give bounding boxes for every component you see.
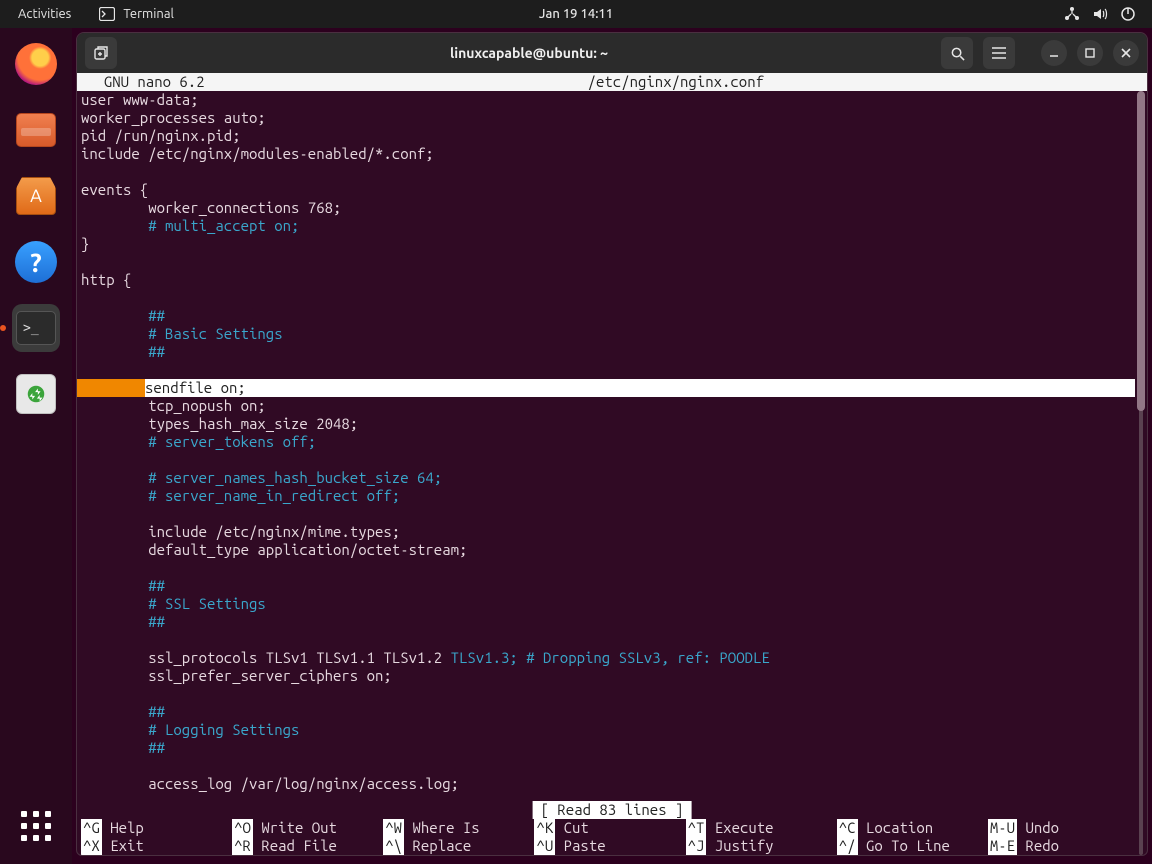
code-line bbox=[77, 757, 1135, 775]
code-line bbox=[77, 361, 1135, 379]
code-line bbox=[77, 451, 1135, 469]
code-line: events { bbox=[77, 181, 1135, 199]
nano-shortcut: M-U Undo bbox=[984, 819, 1135, 837]
trash-icon bbox=[16, 374, 56, 414]
hamburger-menu-button[interactable] bbox=[983, 37, 1015, 69]
code-line: ssl_prefer_server_ciphers on; bbox=[77, 667, 1135, 685]
code-line: worker_processes auto; bbox=[77, 109, 1135, 127]
code-line: # server_names_hash_bucket_size 64; bbox=[77, 469, 1135, 487]
nano-shortcut: ^U Paste bbox=[530, 837, 681, 855]
terminal-scrollbar[interactable] bbox=[1135, 91, 1147, 855]
code-line bbox=[77, 559, 1135, 577]
dock-help[interactable]: ? bbox=[12, 238, 60, 286]
window-title: linuxcapable@ubuntu: ~ bbox=[117, 45, 941, 61]
code-line: include /etc/nginx/mime.types; bbox=[77, 523, 1135, 541]
code-line: user www-data; bbox=[77, 91, 1135, 109]
code-line: http { bbox=[77, 271, 1135, 289]
code-line bbox=[77, 253, 1135, 271]
minimize-button[interactable] bbox=[1041, 40, 1067, 66]
new-tab-button[interactable] bbox=[85, 37, 117, 69]
code-line: # server_tokens off; bbox=[77, 433, 1135, 451]
nano-shortcut: M-E Redo bbox=[984, 837, 1135, 855]
nano-shortcut: ^W Where Is bbox=[379, 819, 530, 837]
code-line: # server_name_in_redirect off; bbox=[77, 487, 1135, 505]
dock-firefox[interactable] bbox=[12, 40, 60, 88]
dock-software[interactable]: A bbox=[12, 172, 60, 220]
nano-shortcut: ^T Execute bbox=[682, 819, 833, 837]
search-button[interactable] bbox=[941, 37, 973, 69]
code-line: # multi_accept on; bbox=[77, 217, 1135, 235]
code-line: default_type application/octet-stream; bbox=[77, 541, 1135, 559]
maximize-button[interactable] bbox=[1077, 40, 1103, 66]
nano-filename: /etc/nginx/nginx.conf bbox=[205, 73, 1147, 91]
code-line bbox=[77, 505, 1135, 523]
code-line bbox=[77, 685, 1135, 703]
code-line: # Logging Settings bbox=[77, 721, 1135, 739]
nano-shortcut: ^K Cut bbox=[530, 819, 681, 837]
terminal-body[interactable]: GNU nano 6.2 /etc/nginx/nginx.conf user … bbox=[77, 73, 1147, 855]
dock-trash[interactable] bbox=[12, 370, 60, 418]
nano-status-message: [ Read 83 lines ] bbox=[533, 801, 692, 819]
ubuntu-dock: A ? >_ bbox=[0, 28, 72, 864]
code-line: access_log /var/log/nginx/access.log; bbox=[77, 775, 1135, 793]
terminal-icon bbox=[99, 6, 115, 22]
nano-version: GNU nano 6.2 bbox=[77, 73, 205, 91]
code-line: ## bbox=[77, 613, 1135, 631]
nano-shortcut: ^C Location bbox=[833, 819, 984, 837]
code-line: include /etc/nginx/modules-enabled/*.con… bbox=[77, 145, 1135, 163]
dock-files[interactable] bbox=[12, 106, 60, 154]
code-line: ssl_protocols TLSv1 TLSv1.1 TLSv1.2 TLSv… bbox=[77, 649, 1135, 667]
gnome-top-bar: Activities Terminal Jan 19 14:11 bbox=[0, 0, 1152, 28]
code-line: pid /run/nginx.pid; bbox=[77, 127, 1135, 145]
code-line: # SSL Settings bbox=[77, 595, 1135, 613]
power-icon[interactable] bbox=[1120, 6, 1136, 22]
nano-shortcut: ^J Justify bbox=[682, 837, 833, 855]
nano-shortcut: ^G Help bbox=[77, 819, 228, 837]
code-line: ## bbox=[77, 703, 1135, 721]
nano-shortcut-bar: ^G Help^O Write Out^W Where Is^K Cut^T E… bbox=[77, 819, 1135, 855]
code-line: ## bbox=[77, 307, 1135, 325]
code-line: sendfile on; bbox=[77, 379, 1135, 397]
help-icon: ? bbox=[15, 241, 57, 283]
terminal-app-icon: >_ bbox=[16, 311, 56, 345]
code-line: } bbox=[77, 235, 1135, 253]
current-app-label: Terminal bbox=[123, 7, 174, 21]
clock[interactable]: Jan 19 14:11 bbox=[539, 7, 613, 21]
code-line: # Basic Settings bbox=[77, 325, 1135, 343]
window-titlebar: linuxcapable@ubuntu: ~ bbox=[77, 33, 1147, 73]
close-button[interactable] bbox=[1113, 40, 1139, 66]
nano-shortcut: ^X Exit bbox=[77, 837, 228, 855]
nano-shortcut: ^\ Replace bbox=[379, 837, 530, 855]
code-line bbox=[77, 631, 1135, 649]
files-icon bbox=[16, 113, 56, 147]
show-applications-button[interactable] bbox=[16, 806, 56, 846]
nano-editor-content[interactable]: user www-data;worker_processes auto;pid … bbox=[77, 91, 1135, 801]
code-line: ## bbox=[77, 343, 1135, 361]
nano-shortcut: ^O Write Out bbox=[228, 819, 379, 837]
nano-shortcut: ^R Read File bbox=[228, 837, 379, 855]
code-line bbox=[77, 163, 1135, 181]
network-icon[interactable] bbox=[1064, 6, 1080, 22]
activities-button[interactable]: Activities bbox=[18, 7, 71, 21]
code-line: worker_connections 768; bbox=[77, 199, 1135, 217]
volume-icon[interactable] bbox=[1092, 6, 1108, 22]
code-line: types_hash_max_size 2048; bbox=[77, 415, 1135, 433]
current-app-menu[interactable]: Terminal bbox=[99, 6, 174, 22]
terminal-window: linuxcapable@ubuntu: ~ GNU nano 6.2 /etc… bbox=[76, 32, 1148, 856]
code-line: ## bbox=[77, 739, 1135, 757]
firefox-icon bbox=[15, 43, 57, 85]
dock-terminal[interactable]: >_ bbox=[12, 304, 60, 352]
shopping-bag-icon: A bbox=[16, 177, 56, 215]
code-line bbox=[77, 289, 1135, 307]
nano-shortcut: ^/ Go To Line bbox=[833, 837, 984, 855]
code-line: tcp_nopush on; bbox=[77, 397, 1135, 415]
code-line: ## bbox=[77, 577, 1135, 595]
nano-title-bar: GNU nano 6.2 /etc/nginx/nginx.conf bbox=[77, 73, 1147, 91]
